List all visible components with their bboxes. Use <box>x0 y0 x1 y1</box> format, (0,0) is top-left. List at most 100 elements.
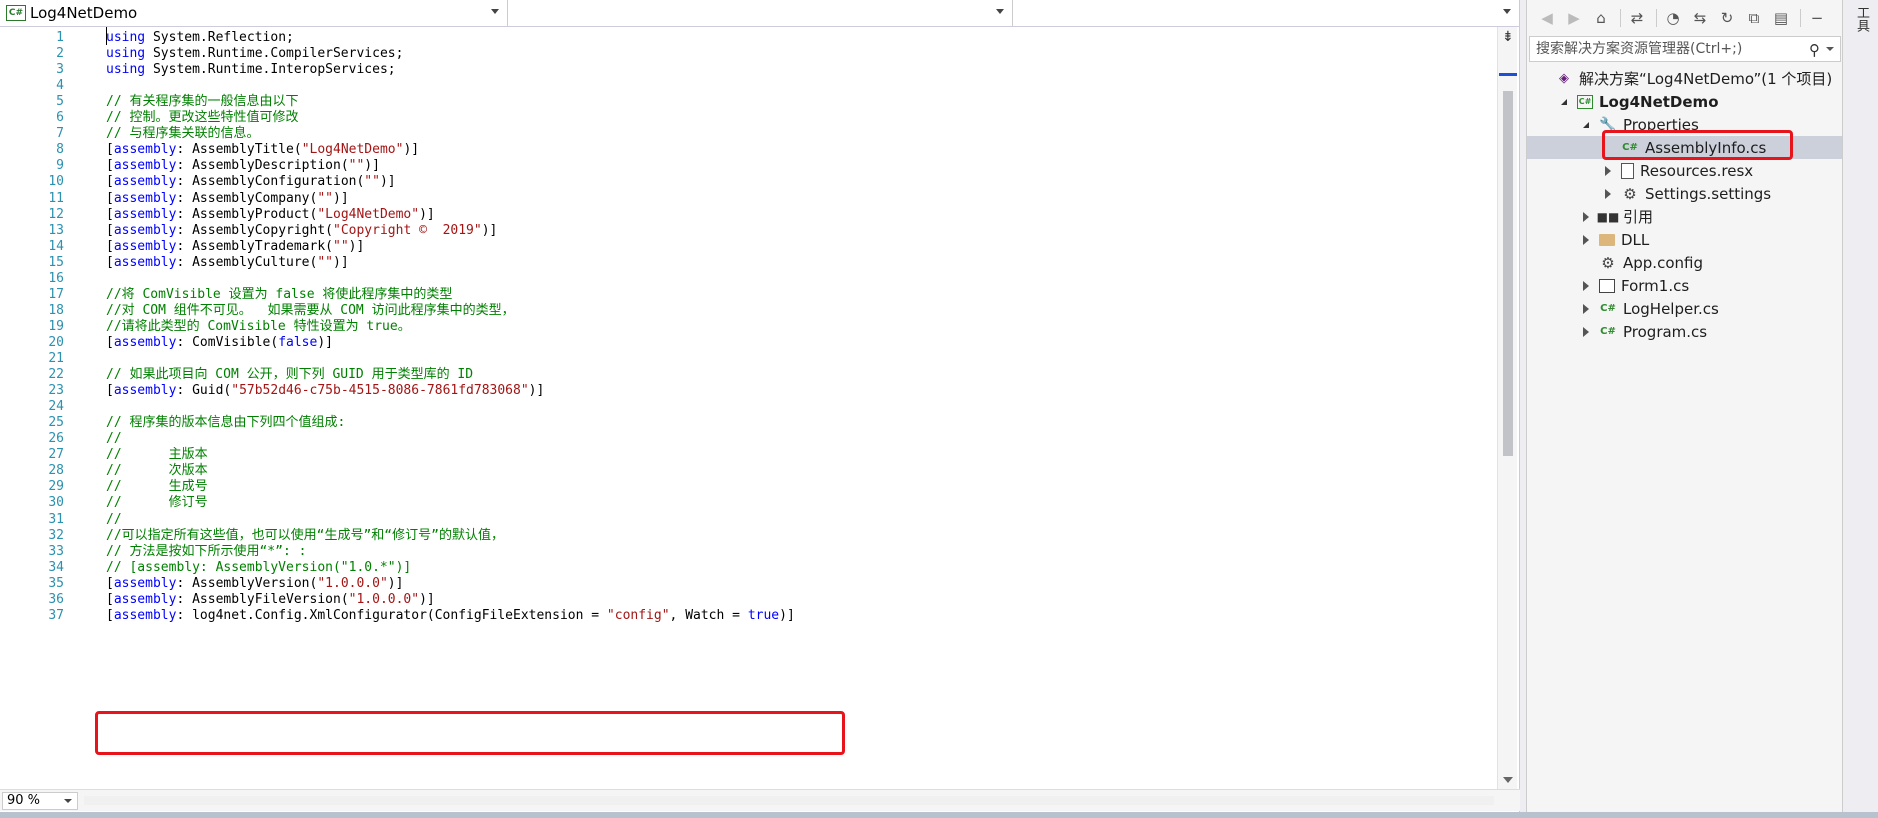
member-dropdown[interactable] <box>1013 0 1520 26</box>
scrollbar-thumb[interactable] <box>1503 91 1513 456</box>
tree-node[interactable]: Resources.resx <box>1527 159 1843 182</box>
class-dropdown[interactable] <box>508 0 1013 26</box>
project-dropdown[interactable]: C# Log4NetDemo <box>0 0 508 26</box>
resx-icon <box>1621 162 1634 179</box>
code-token: : AssemblyCopyright( <box>176 222 333 238</box>
collapsed-arrow-icon[interactable] <box>1581 326 1591 337</box>
code-line[interactable]: [assembly: log4net.Config.XmlConfigurato… <box>106 606 795 625</box>
tree-node[interactable]: ⚙ App.config <box>1527 251 1843 274</box>
collapsed-arrow-icon[interactable] <box>1581 234 1591 245</box>
horizontal-scrollbar[interactable] <box>84 796 1494 805</box>
code-token: : AssemblyConfiguration( <box>176 174 365 190</box>
collapsed-arrow-icon[interactable] <box>1603 188 1613 199</box>
code-token: )] <box>364 158 380 174</box>
toolbox-side-tab[interactable]: 工具 <box>1842 0 1878 812</box>
chevron-down-icon <box>64 799 72 803</box>
highlight-box-tree <box>1602 130 1793 160</box>
code-token: [ <box>106 254 114 270</box>
code-token: // 生成号 <box>106 479 208 495</box>
tree-node[interactable]: DLL <box>1527 228 1843 251</box>
tree-node[interactable]: C# Log4NetDemo <box>1527 90 1843 113</box>
code-token: // [assembly: AssemblyVersion("1.0.*")] <box>106 559 412 575</box>
code-token: )] <box>348 238 365 254</box>
code-line[interactable]: [assembly: ComVisible(false)] <box>106 333 333 352</box>
tree-node[interactable]: ■■ 引用 <box>1527 205 1843 228</box>
code-token: true <box>747 607 780 623</box>
code-line[interactable]: [assembly: Guid("57b52d46-c75b-4515-8086… <box>106 381 544 400</box>
code-editor[interactable]: C# Log4NetDemo 1 2 3 4 5 6 7 8 9 10 11 12 13 14 15 16 17… <box>0 0 1520 812</box>
code-token: [ <box>106 383 114 399</box>
code-token: : AssemblyTrademark( <box>176 238 333 254</box>
code-token: "" <box>317 190 333 206</box>
code-token: assembly <box>113 334 177 350</box>
code-token: assembly <box>113 238 177 254</box>
sync-icon[interactable]: ⇆ <box>1688 6 1712 30</box>
code-token: )] <box>333 254 349 270</box>
expanded-arrow-icon[interactable] <box>1581 120 1591 130</box>
solution-explorer: ◀ ▶ ⌂ ⇄ ◔ ⇆ ↻ ⧉ ▤ − 搜索解决方案资源管理器(Ctrl+;) … <box>1526 0 1843 812</box>
scroll-down-icon[interactable] <box>1503 777 1513 783</box>
zoom-dropdown[interactable]: 90 % <box>2 792 78 810</box>
code-token: false <box>278 334 318 350</box>
code-token: assembly <box>113 158 177 174</box>
code-token: )] <box>379 174 396 190</box>
code-token: using <box>106 62 146 78</box>
search-icon[interactable]: ⚲ <box>1809 38 1820 62</box>
switch-views-icon[interactable]: ⇄ <box>1625 6 1649 30</box>
refresh-icon[interactable]: ↻ <box>1715 6 1739 30</box>
code-token: assembly <box>113 575 177 591</box>
code-token: : AssemblyFileVersion( <box>176 591 349 607</box>
code-token: // 方法是按如下所示使用“*”: : <box>106 543 307 559</box>
code-token: // 主版本 <box>106 447 208 463</box>
collapsed-arrow-icon[interactable] <box>1603 165 1613 176</box>
toolbar-separator <box>1800 9 1801 27</box>
cs-file-icon <box>1599 324 1617 340</box>
code-token: )] <box>481 222 498 238</box>
code-token: : Guid( <box>176 383 232 399</box>
code-text-area[interactable]: using System.Reflection; using System.Run… <box>106 27 1486 789</box>
editor-status-bar: 90 % <box>0 789 1520 811</box>
code-token: "1.0.0.0" <box>348 591 420 607</box>
code-token: System.Reflection; <box>145 30 294 45</box>
explorer-search-input[interactable]: 搜索解决方案资源管理器(Ctrl+;) ⚲ <box>1529 36 1841 62</box>
code-token: "" <box>364 174 380 190</box>
code-token: //对 COM 组件不可见。 如果需要从 COM 访问此程序集中的类型， <box>106 302 515 318</box>
tree-node[interactable]: Program.cs <box>1527 320 1843 343</box>
tree-node[interactable]: ◈ 解决方案“Log4NetDemo”(1 个项目) <box>1527 67 1843 90</box>
code-token: assembly <box>113 607 177 623</box>
csharp-project-icon: C# <box>6 5 26 21</box>
code-token: // 有关程序集的一般信息由以下 <box>106 94 299 110</box>
code-token: [ <box>106 206 114 222</box>
collapsed-arrow-icon[interactable] <box>1581 280 1591 291</box>
split-window-icon[interactable]: ⇟ <box>1502 29 1514 45</box>
references-icon: ■■ <box>1596 209 1620 224</box>
code-line[interactable]: // 程序集的版本信息由下列四个值组成: <box>106 413 345 432</box>
code-token: [ <box>106 334 114 350</box>
code-token: )] <box>419 591 435 607</box>
properties-icon[interactable]: − <box>1805 6 1829 30</box>
code-line[interactable]: [assembly: AssemblyCulture("")] <box>106 253 349 272</box>
vertical-scrollbar[interactable]: ⇟ <box>1497 27 1517 789</box>
tree-node[interactable]: LogHelper.cs <box>1527 297 1843 320</box>
toolbar-separator <box>1656 9 1657 27</box>
project-dropdown-label: Log4NetDemo <box>30 4 138 22</box>
code-token: using <box>106 46 146 62</box>
home-icon[interactable]: ⌂ <box>1589 6 1613 30</box>
forward-icon[interactable]: ▶ <box>1562 6 1586 30</box>
show-all-files-icon[interactable]: ▤ <box>1769 6 1793 30</box>
expanded-arrow-icon[interactable] <box>1559 97 1569 107</box>
tree-node[interactable]: Form1.cs <box>1527 274 1843 297</box>
back-icon[interactable]: ◀ <box>1535 6 1559 30</box>
code-token: assembly <box>113 174 177 190</box>
tree-node[interactable]: ⚙ Settings.settings <box>1527 182 1843 205</box>
folder-icon <box>1599 233 1615 246</box>
code-token: )] <box>419 206 435 222</box>
code-token: : AssemblyCompany( <box>176 190 318 206</box>
pending-changes-filter-icon[interactable]: ◔ <box>1661 6 1685 30</box>
code-line[interactable]: using System.Runtime.InteropServices; <box>106 60 396 79</box>
collapse-all-icon[interactable]: ⧉ <box>1742 6 1766 30</box>
collapsed-arrow-icon[interactable] <box>1581 211 1591 222</box>
collapsed-arrow-icon[interactable] <box>1581 303 1591 314</box>
chevron-down-icon[interactable] <box>1826 47 1834 51</box>
